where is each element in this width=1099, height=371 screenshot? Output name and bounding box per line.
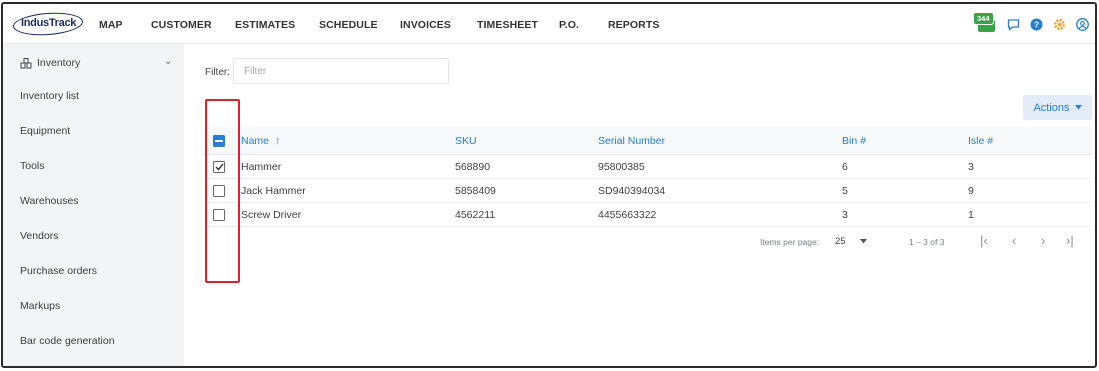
- last-page-icon[interactable]: ›|: [1066, 233, 1074, 248]
- sidebar-item-purchase-orders[interactable]: Purchase orders: [20, 265, 97, 277]
- nav-timesheet[interactable]: TIMESHEET: [477, 19, 538, 31]
- cell-sku: 5858409: [455, 185, 496, 197]
- table-row[interactable]: Screw Driver 4562211 4455663322 3 1: [203, 203, 1092, 227]
- app-window: IndusTrack MAP CUSTOMER ESTIMATES SCHEDU…: [1, 2, 1097, 368]
- nav-schedule[interactable]: SCHEDULE: [319, 19, 378, 31]
- top-navbar: IndusTrack MAP CUSTOMER ESTIMATES SCHEDU…: [3, 4, 1095, 44]
- items-per-page-value: 25: [835, 236, 846, 247]
- settings-gear-icon[interactable]: [1052, 17, 1066, 31]
- svg-text:?: ?: [1033, 19, 1038, 29]
- column-header-sku[interactable]: SKU: [455, 135, 477, 147]
- chat-icon[interactable]: [1006, 17, 1020, 31]
- sidebar-section-label: Inventory: [37, 57, 81, 69]
- table-row[interactable]: Hammer 568890 95800385 6 3: [203, 155, 1092, 179]
- table-row[interactable]: Jack Hammer 5858409 SD940394034 5 9: [203, 179, 1092, 203]
- pagination-range: 1 – 3 of 3: [909, 237, 945, 247]
- table-header: Name ↑ SKU Serial Number Bin # Isle #: [203, 127, 1092, 155]
- cell-name: Jack Hammer: [241, 185, 306, 197]
- filter-label: Filter:: [205, 67, 230, 78]
- cell-bin: 5: [842, 185, 848, 197]
- column-header-name[interactable]: Name ↑: [241, 135, 280, 147]
- cell-isle: 1: [968, 209, 974, 221]
- sidebar-item-equipment[interactable]: Equipment: [20, 125, 70, 137]
- cell-bin: 3: [842, 209, 848, 221]
- header-icons: 344 ?: [973, 12, 1089, 36]
- cell-serial: 4455663322: [598, 209, 657, 221]
- sidebar-item-tools[interactable]: Tools: [20, 160, 45, 172]
- actions-dropdown-button[interactable]: Actions: [1023, 95, 1092, 120]
- column-header-bin[interactable]: Bin #: [842, 135, 866, 147]
- cell-isle: 9: [968, 185, 974, 197]
- cell-sku: 4562211: [455, 209, 496, 221]
- cell-name: Hammer: [241, 161, 282, 173]
- checkmark-icon: [215, 163, 224, 171]
- sidebar-section-inventory[interactable]: Inventory: [20, 57, 80, 69]
- row-checkbox[interactable]: [213, 209, 225, 221]
- row-checkbox-checked[interactable]: [213, 161, 225, 173]
- cell-bin: 6: [842, 161, 848, 173]
- sidebar-item-warehouses[interactable]: Warehouses: [20, 195, 79, 207]
- sidebar: Inventory ⌄ Inventory list Equipment Too…: [3, 44, 184, 366]
- caret-down-icon: [1074, 105, 1082, 110]
- column-header-serial[interactable]: Serial Number: [598, 135, 665, 147]
- user-profile-icon[interactable]: [1075, 17, 1089, 31]
- sidebar-item-inventory-list[interactable]: Inventory list: [20, 90, 79, 102]
- chevron-down-icon[interactable]: ⌄: [164, 56, 172, 67]
- items-per-page-label: Items per page:: [760, 237, 820, 247]
- sidebar-item-bar-code-generation[interactable]: Bar code generation: [20, 335, 115, 347]
- cell-serial: SD940394034: [598, 185, 666, 197]
- column-header-isle[interactable]: Isle #: [968, 135, 993, 147]
- select-all-checkbox[interactable]: [213, 135, 225, 147]
- nav-customer[interactable]: CUSTOMER: [151, 19, 212, 31]
- items-per-page-select[interactable]: 25: [835, 236, 867, 247]
- nav-invoices[interactable]: INVOICES: [400, 19, 451, 31]
- actions-label: Actions: [1033, 101, 1070, 114]
- sidebar-item-vendors[interactable]: Vendors: [20, 230, 59, 242]
- cell-name: Screw Driver: [241, 209, 302, 221]
- cell-sku: 568890: [455, 161, 491, 173]
- cell-serial: 95800385: [598, 161, 645, 173]
- messages-count-badge: 344: [973, 12, 994, 25]
- nav-po[interactable]: P.O.: [559, 19, 579, 31]
- cell-isle: 3: [968, 161, 974, 173]
- help-icon[interactable]: ?: [1029, 17, 1043, 31]
- nav-map[interactable]: MAP: [99, 19, 123, 31]
- logo[interactable]: IndusTrack: [21, 17, 76, 29]
- first-page-icon[interactable]: |‹: [980, 233, 988, 248]
- sort-ascending-icon: ↑: [274, 135, 281, 147]
- inventory-icon: [20, 57, 32, 68]
- row-checkbox[interactable]: [213, 185, 225, 197]
- next-page-icon[interactable]: ›: [1041, 233, 1045, 248]
- sidebar-item-markups[interactable]: Markups: [20, 300, 60, 312]
- caret-down-icon: [859, 239, 867, 244]
- messages-button[interactable]: 344: [973, 12, 997, 33]
- previous-page-icon[interactable]: ‹: [1012, 233, 1016, 248]
- filter-input[interactable]: [233, 58, 449, 84]
- nav-reports[interactable]: REPORTS: [608, 19, 659, 31]
- nav-estimates[interactable]: ESTIMATES: [235, 19, 295, 31]
